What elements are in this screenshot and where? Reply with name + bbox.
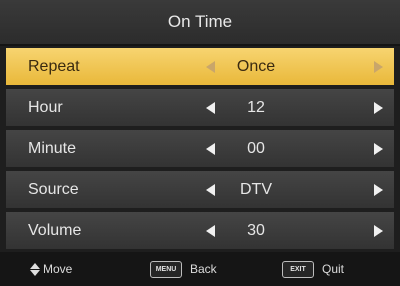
right-arrow-icon[interactable] [374, 143, 383, 155]
menu-row-source[interactable]: Source DTV [6, 171, 394, 208]
row-label: Source [28, 181, 79, 198]
quit-hint[interactable]: EXIT Quit [282, 252, 344, 286]
row-label: Repeat [28, 58, 80, 75]
row-value: DTV [240, 181, 272, 198]
row-value: 30 [247, 222, 265, 239]
up-down-arrows-icon [30, 262, 40, 276]
menu-key-icon: MENU [150, 260, 182, 278]
menu-rows: Repeat Once Hour 12 Minute 00 Source DTV… [6, 48, 394, 253]
back-hint[interactable]: MENU Back [150, 252, 217, 286]
row-label: Hour [28, 99, 63, 116]
right-arrow-icon[interactable] [374, 102, 383, 114]
menu-row-volume[interactable]: Volume 30 [6, 212, 394, 249]
on-time-menu: On Time Repeat Once Hour 12 Minute 00 So… [0, 0, 400, 286]
move-hint: Move [30, 252, 72, 286]
right-arrow-icon[interactable] [374, 225, 383, 237]
row-label: Volume [28, 222, 82, 239]
row-value: 00 [247, 140, 265, 157]
menu-title: On Time [0, 0, 400, 46]
right-arrow-icon[interactable] [374, 184, 383, 196]
menu-row-repeat[interactable]: Repeat Once [6, 48, 394, 85]
right-arrow-icon[interactable] [374, 61, 383, 73]
row-label: Minute [28, 140, 77, 157]
key-hint-bar: Move MENU Back EXIT Quit [0, 252, 400, 286]
row-value: Once [236, 58, 276, 75]
move-label: Move [43, 262, 73, 276]
quit-label: Quit [322, 262, 345, 276]
exit-key-icon: EXIT [282, 260, 314, 278]
menu-row-hour[interactable]: Hour 12 [6, 89, 394, 126]
back-label: Back [190, 262, 217, 276]
row-value: 12 [247, 99, 265, 116]
menu-row-minute[interactable]: Minute 00 [6, 130, 394, 167]
